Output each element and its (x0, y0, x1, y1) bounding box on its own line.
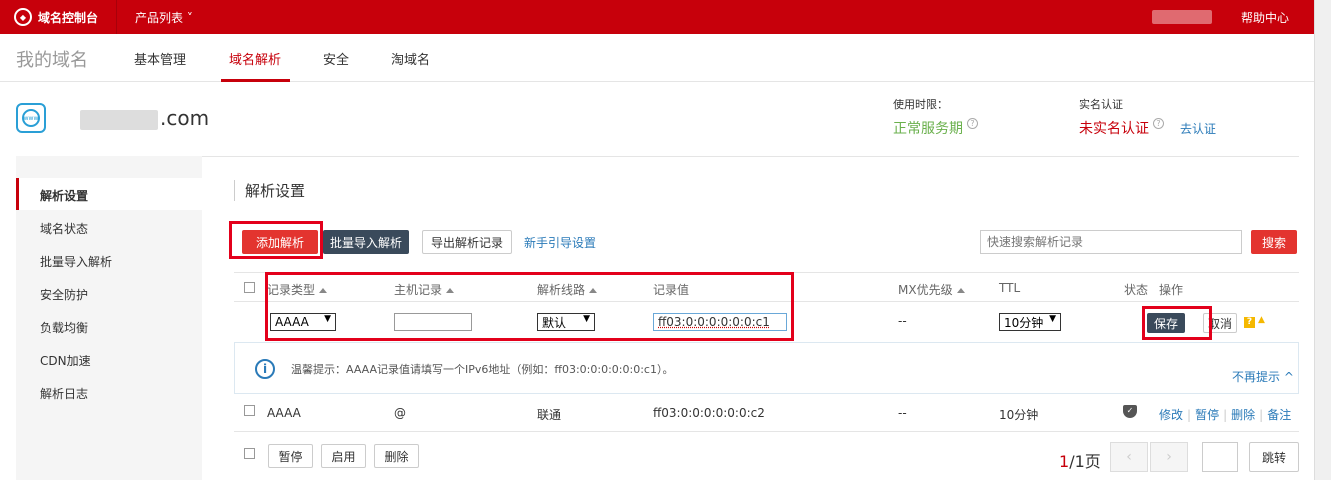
ttl-value: 10分钟 (1004, 315, 1044, 330)
record-actions: 修改 | 暂停 | 删除 | 备注 (1159, 406, 1291, 423)
col-mx-label: MX优先级 (898, 283, 953, 297)
realname-status: 未实名认证 (1079, 121, 1149, 137)
ttl-select[interactable]: 10分钟 ▼ (999, 313, 1061, 331)
period-status: 正常服务期 (893, 121, 963, 137)
edit-mx-value: -- (898, 314, 907, 328)
prev-page-button[interactable]: ‹ (1110, 442, 1148, 472)
page-total: /1页 (1069, 452, 1101, 471)
my-domains-title[interactable]: 我的域名 (16, 46, 88, 72)
period-label: 使用时限： (893, 98, 948, 111)
warning-triangle-icon: ▲ (1258, 315, 1265, 325)
chevron-up-icon: ^ (1280, 370, 1294, 384)
shield-status-icon: ✓ (1123, 405, 1137, 418)
main-content: 解析设置 添加解析 批量导入解析 导出解析记录 新手引导设置 搜索 记录类型 主… (202, 156, 1314, 480)
info-icon: i (255, 359, 275, 379)
sidebar-item-load-balancing[interactable]: 负载均衡 (40, 319, 88, 336)
select-all-checkbox[interactable] (244, 282, 255, 293)
table-footer: 暂停 启用 删除 1/1页 ‹ › 跳转 (234, 432, 1299, 480)
tab-domain-market[interactable]: 淘域名 (391, 49, 430, 68)
sidebar-item-security[interactable]: 安全防护 (40, 286, 88, 303)
verify-link[interactable]: 去认证 (1180, 120, 1216, 137)
help-question-icon[interactable]: ? (1244, 317, 1255, 328)
record-type: AAAA (267, 406, 301, 420)
topbar-divider (116, 0, 117, 34)
footer-select-all-checkbox[interactable] (244, 448, 255, 459)
period-value: 正常服务期? (893, 118, 978, 138)
current-page: 1 (1059, 452, 1070, 471)
www-globe-icon: www (16, 103, 46, 133)
record-line: 联通 (537, 408, 562, 422)
col-status: 状态 (1124, 283, 1149, 297)
products-menu[interactable]: 产品列表 ˅ (135, 0, 193, 34)
export-records-button[interactable]: 导出解析记录 (422, 230, 512, 254)
tab-basic-management[interactable]: 基本管理 (134, 49, 186, 68)
console-logo[interactable]: ◆ 域名控制台 (14, 0, 98, 34)
col-ttl: TTL (999, 281, 1021, 295)
note-record-link[interactable]: 备注 (1267, 408, 1291, 422)
dismiss-hint-link[interactable]: 不再提示 ^ (1232, 368, 1294, 385)
page-jump-input[interactable] (1202, 442, 1238, 472)
action-divider: | (1187, 408, 1192, 422)
guide-settings-link[interactable]: 新手引导设置 (524, 234, 596, 251)
col-actions: 操作 (1159, 283, 1184, 297)
sub-navigation: 我的域名 基本管理 域名解析 安全 淘域名 (0, 34, 1314, 82)
batch-pause-button[interactable]: 暂停 (268, 444, 313, 468)
page-scrollbar[interactable] (1314, 0, 1331, 480)
next-page-button[interactable]: › (1150, 442, 1188, 472)
console-label: 域名控制台 (38, 10, 99, 25)
domain-name-blurred (80, 110, 158, 130)
row-checkbox[interactable] (244, 405, 255, 416)
pause-record-link[interactable]: 暂停 (1195, 408, 1219, 422)
section-title: 解析设置 (234, 180, 305, 201)
left-sidebar: 解析设置 域名状态 批量导入解析 安全防护 负载均衡 CDN加速 解析日志 (16, 156, 202, 480)
user-account-blurred[interactable] (1152, 10, 1212, 24)
delete-record-link[interactable]: 删除 (1231, 408, 1255, 422)
record-search-input[interactable] (980, 230, 1242, 254)
tab-dns-resolution[interactable]: 域名解析 (229, 49, 281, 68)
top-bar: ◆ 域名控制台 产品列表 ˅ 帮助中心 (0, 0, 1314, 34)
sort-asc-icon (956, 288, 965, 293)
search-button[interactable]: 搜索 (1251, 230, 1297, 254)
table-row: AAAA @ 联通 ff03:0:0:0:0:0:0:c2 -- 10分钟 ✓ … (234, 394, 1299, 432)
sidebar-item-cdn[interactable]: CDN加速 (40, 352, 91, 369)
dropdown-arrow-icon: ▼ (1049, 314, 1056, 324)
brand-logo-icon: ◆ (14, 8, 32, 26)
domain-info: www .com 使用时限： 正常服务期? 实名认证 未实名认证? 去认证 (0, 82, 1314, 156)
highlight-save-button (1142, 306, 1212, 340)
record-value: ff03:0:0:0:0:0:0:c2 (653, 406, 765, 420)
sidebar-active-indicator (16, 178, 19, 210)
realname-label: 实名认证 (1079, 98, 1123, 111)
batch-enable-button[interactable]: 启用 (321, 444, 366, 468)
hint-text: 温馨提示：AAAA记录值请填写一个IPv6地址（例如：ff03:0:0:0:0:… (291, 363, 674, 376)
col-mx[interactable]: MX优先级 (898, 281, 965, 298)
highlight-add-button (229, 221, 323, 259)
batch-import-button[interactable]: 批量导入解析 (323, 230, 409, 254)
jump-button[interactable]: 跳转 (1249, 442, 1299, 472)
page-info: 1/1页 (1059, 448, 1101, 472)
action-divider: | (1259, 408, 1264, 422)
record-ttl: 10分钟 (999, 408, 1039, 422)
help-question-icon[interactable]: ? (1153, 118, 1164, 129)
domain-name-suffix: .com (160, 106, 210, 130)
action-divider: | (1223, 408, 1228, 422)
sidebar-item-dns-settings[interactable]: 解析设置 (40, 187, 88, 204)
edit-record-link[interactable]: 修改 (1159, 408, 1183, 422)
help-center-link[interactable]: 帮助中心 (1241, 0, 1289, 34)
realname-value: 未实名认证? (1079, 118, 1164, 138)
help-question-icon[interactable]: ? (967, 118, 978, 129)
tab-security[interactable]: 安全 (323, 49, 349, 68)
sidebar-item-dns-log[interactable]: 解析日志 (40, 385, 88, 402)
batch-delete-button[interactable]: 删除 (374, 444, 419, 468)
dismiss-hint-label: 不再提示 (1232, 370, 1281, 384)
record-host: @ (394, 406, 406, 420)
sidebar-item-domain-status[interactable]: 域名状态 (40, 220, 88, 237)
highlight-record-fields (265, 272, 794, 341)
content-divider (202, 156, 1299, 157)
hint-message: i 温馨提示：AAAA记录值请填写一个IPv6地址（例如：ff03:0:0:0:… (234, 342, 1299, 394)
sidebar-item-batch-import[interactable]: 批量导入解析 (40, 253, 112, 270)
record-mx: -- (898, 406, 907, 420)
